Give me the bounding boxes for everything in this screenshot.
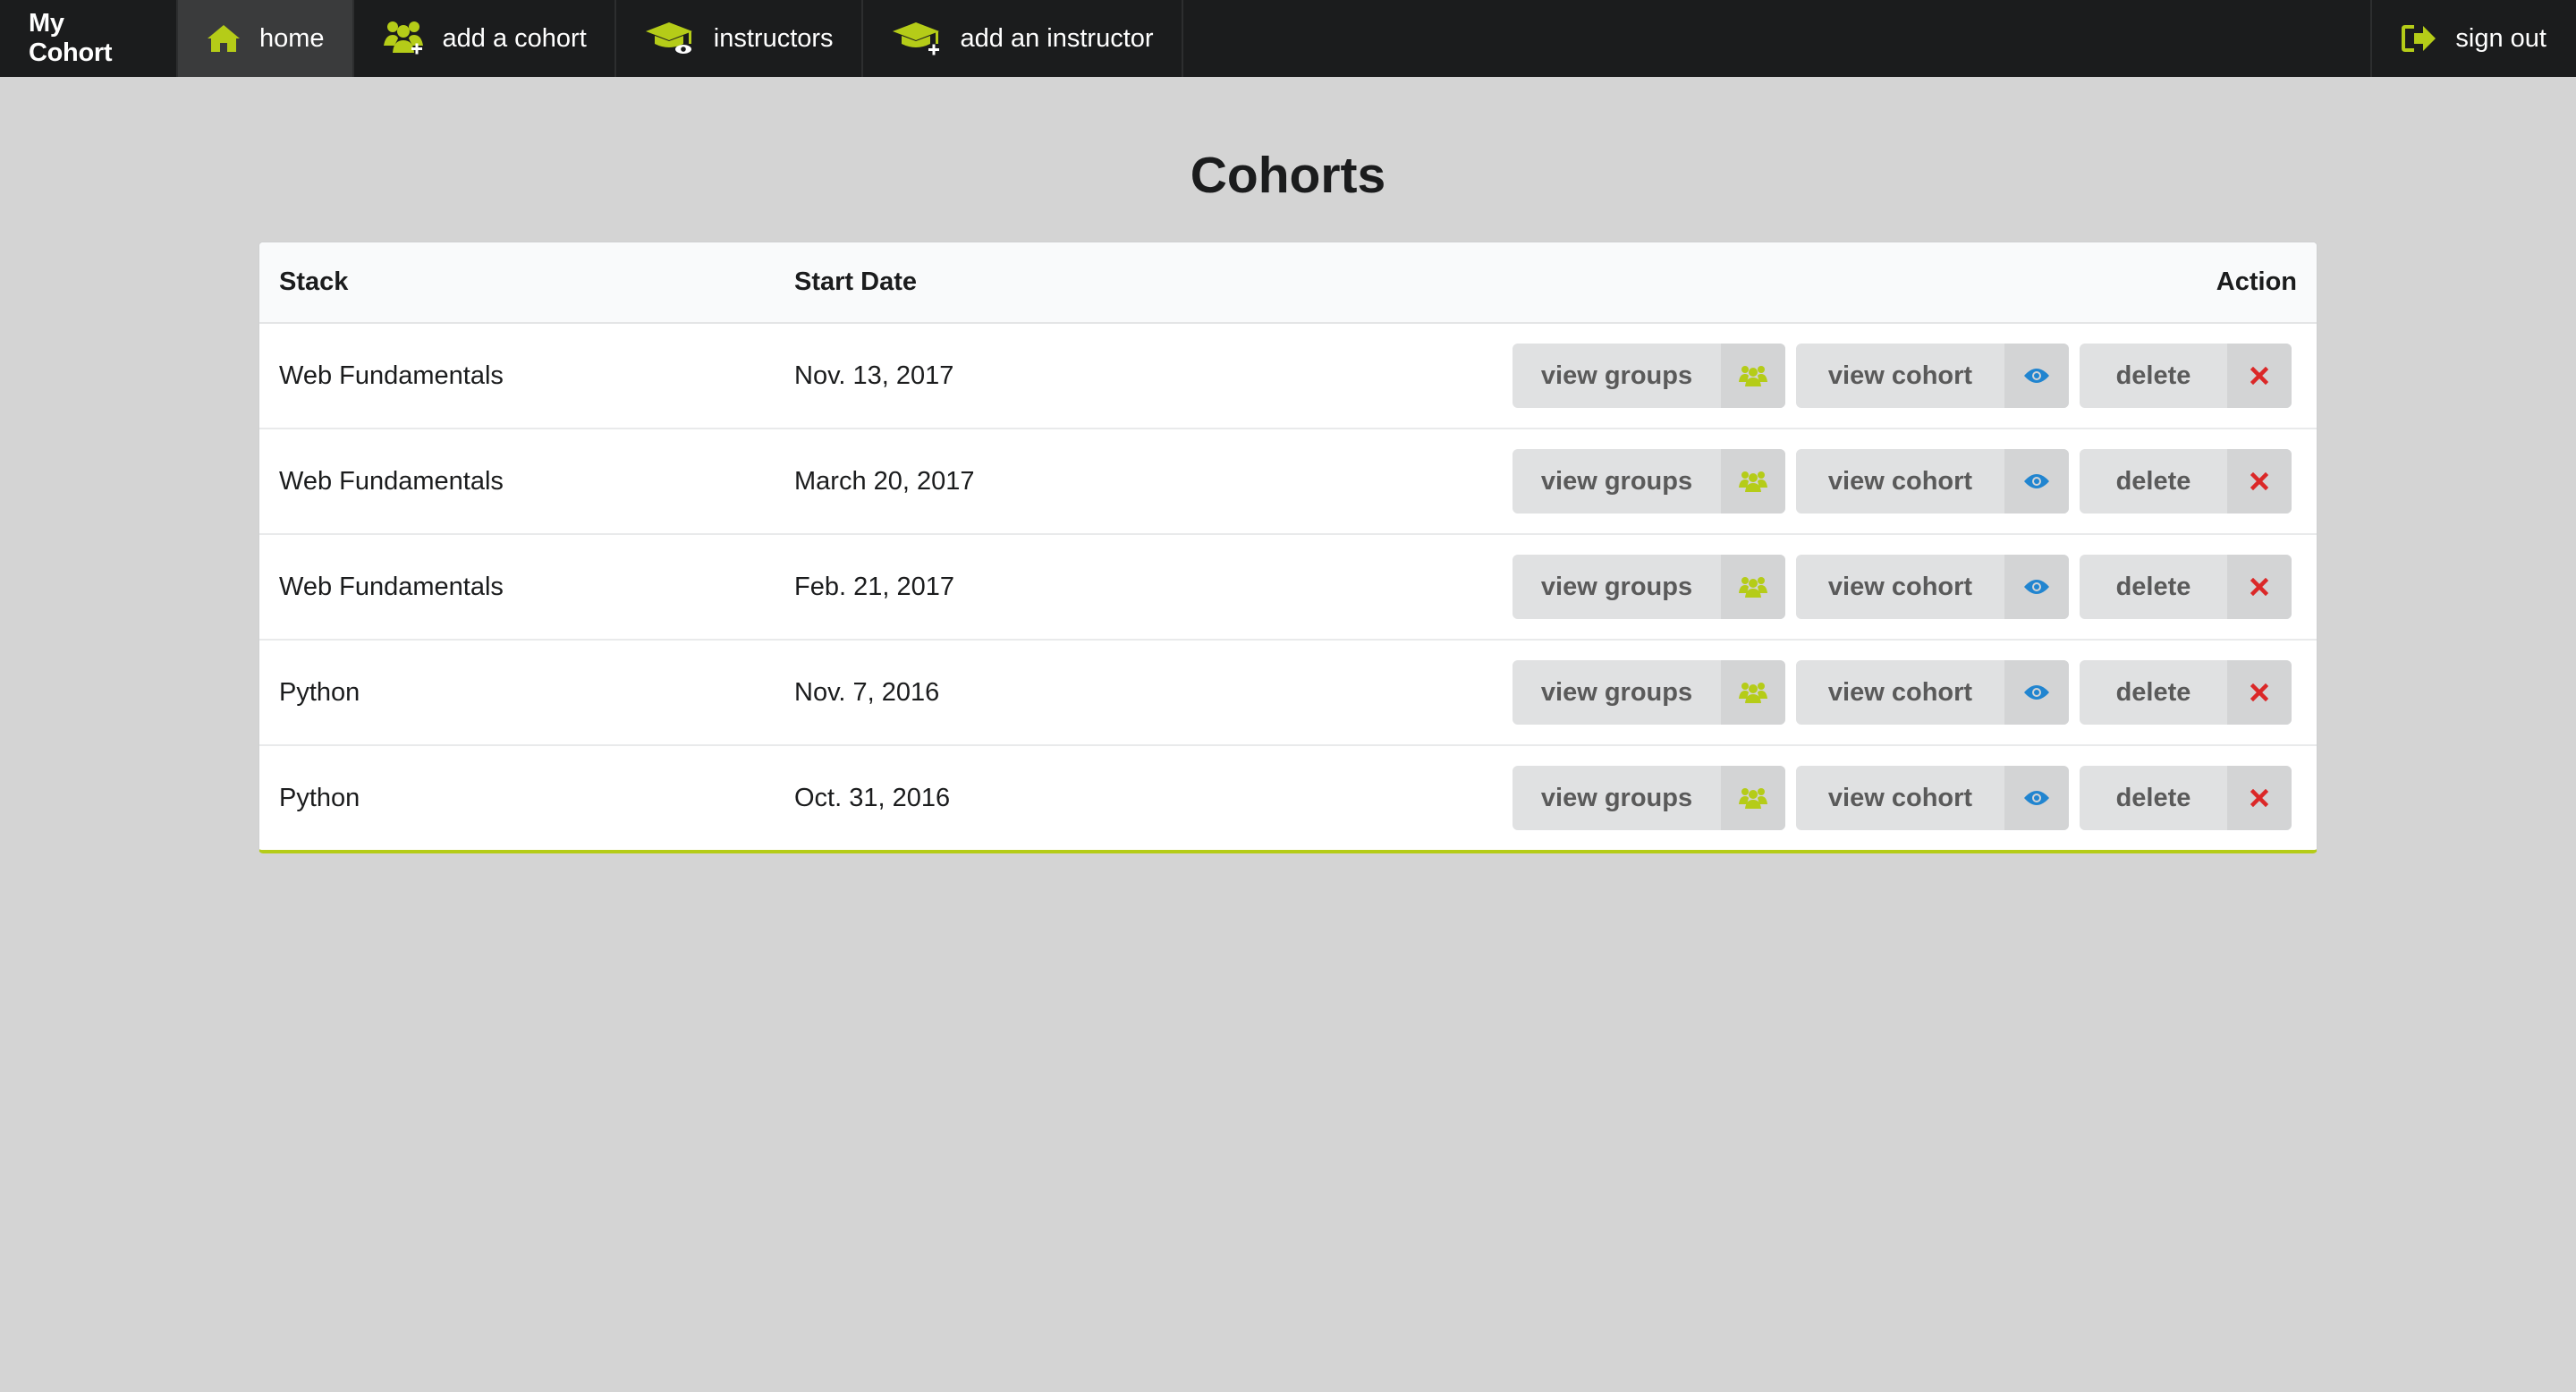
cell-start-date: Nov. 7, 2016 <box>794 677 940 707</box>
nav-add-instructor[interactable]: add an instructor <box>863 0 1183 77</box>
table-body: Web Fundamentals Nov. 13, 2017 view grou… <box>259 324 2317 850</box>
brand-logo[interactable]: My Cohort <box>0 0 178 77</box>
cell-actions: view groups view cohort delete <box>1290 555 2317 619</box>
view-cohort-button[interactable]: view cohort <box>1796 555 2069 619</box>
eye-icon <box>2004 660 2069 725</box>
cell-stack: Python <box>279 783 360 812</box>
view-groups-label: view groups <box>1540 572 1693 601</box>
view-groups-label: view groups <box>1540 466 1693 496</box>
close-icon <box>2227 344 2292 408</box>
view-cohort-button[interactable]: view cohort <box>1796 660 2069 725</box>
users-icon <box>1721 660 1785 725</box>
cell-start-date: Feb. 21, 2017 <box>794 572 954 601</box>
eye-icon <box>2004 449 2069 514</box>
delete-label: delete <box>2115 677 2191 707</box>
view-cohort-label: view cohort <box>1827 466 1973 496</box>
delete-label: delete <box>2115 572 2191 601</box>
users-icon <box>1721 555 1785 619</box>
table-row: Web Fundamentals Feb. 21, 2017 view grou… <box>259 535 2317 641</box>
delete-button[interactable]: delete <box>2080 766 2292 830</box>
view-cohort-label: view cohort <box>1827 572 1973 601</box>
view-groups-button[interactable]: view groups <box>1513 449 1785 514</box>
header-action: Action <box>1290 267 2317 297</box>
header-action-label: Action <box>2216 267 2297 296</box>
page-title: Cohorts <box>1190 147 1386 204</box>
delete-button[interactable]: delete <box>2080 449 2292 514</box>
cell-actions: view groups view cohort delete <box>1290 344 2317 408</box>
nav-add-cohort[interactable]: add a cohort <box>354 0 616 77</box>
users-icon <box>1721 449 1785 514</box>
cell-stack: Web Fundamentals <box>279 466 504 496</box>
header-stack: Stack <box>279 267 349 296</box>
close-icon <box>2227 555 2292 619</box>
close-icon <box>2227 449 2292 514</box>
cell-stack: Web Fundamentals <box>279 572 504 601</box>
delete-label: delete <box>2115 783 2191 812</box>
close-icon <box>2227 766 2292 830</box>
view-groups-button[interactable]: view groups <box>1513 660 1785 725</box>
delete-label: delete <box>2115 361 2191 390</box>
graduation-cap-eye-icon <box>645 22 692 54</box>
nav-sign-out-label: sign out <box>2455 23 2546 53</box>
view-cohort-button[interactable]: view cohort <box>1796 766 2069 830</box>
nav-sign-out[interactable]: sign out <box>2370 0 2576 77</box>
table-row: Python Nov. 7, 2016 view groups view coh… <box>259 641 2317 746</box>
nav-instructors[interactable]: instructors <box>616 0 863 77</box>
nav-instructors-label: instructors <box>713 23 834 53</box>
eye-icon <box>2004 344 2069 408</box>
view-groups-label: view groups <box>1540 361 1693 390</box>
close-icon <box>2227 660 2292 725</box>
cell-stack: Web Fundamentals <box>279 361 504 390</box>
cohorts-table: Stack Start Date Action Web Fundamentals… <box>258 242 2318 853</box>
view-cohort-label: view cohort <box>1827 783 1973 812</box>
top-menu: My Cohort home add a cohort instructors <box>0 0 2576 77</box>
view-groups-button[interactable]: view groups <box>1513 344 1785 408</box>
header-start-date: Start Date <box>794 267 917 296</box>
table-row: Python Oct. 31, 2016 view groups view co… <box>259 746 2317 850</box>
cell-start-date: March 20, 2017 <box>794 466 975 496</box>
view-groups-label: view groups <box>1540 677 1693 707</box>
table-header: Stack Start Date Action <box>259 242 2317 324</box>
delete-button[interactable]: delete <box>2080 660 2292 725</box>
nav-home[interactable]: home <box>178 0 354 77</box>
view-groups-button[interactable]: view groups <box>1513 555 1785 619</box>
cell-actions: view groups view cohort delete <box>1290 660 2317 725</box>
delete-button[interactable]: delete <box>2080 555 2292 619</box>
eye-icon <box>2004 555 2069 619</box>
view-cohort-button[interactable]: view cohort <box>1796 344 2069 408</box>
cell-stack: Python <box>279 677 360 707</box>
nav-add-instructor-label: add an instructor <box>960 23 1154 53</box>
graduation-cap-plus-icon <box>892 22 939 55</box>
eye-icon <box>2004 766 2069 830</box>
table-row: Web Fundamentals Nov. 13, 2017 view grou… <box>259 324 2317 429</box>
delete-button[interactable]: delete <box>2080 344 2292 408</box>
home-icon <box>208 25 240 52</box>
cell-start-date: Nov. 13, 2017 <box>794 361 954 390</box>
cell-actions: view groups view cohort delete <box>1290 449 2317 514</box>
view-groups-button[interactable]: view groups <box>1513 766 1785 830</box>
view-cohort-button[interactable]: view cohort <box>1796 449 2069 514</box>
add-users-icon <box>383 21 423 55</box>
nav-home-label: home <box>259 23 325 53</box>
view-cohort-label: view cohort <box>1827 677 1973 707</box>
view-cohort-label: view cohort <box>1827 361 1973 390</box>
sign-out-icon <box>2402 25 2436 52</box>
table-row: Web Fundamentals March 20, 2017 view gro… <box>259 429 2317 535</box>
view-groups-label: view groups <box>1540 783 1693 812</box>
cell-actions: view groups view cohort delete <box>1290 766 2317 830</box>
nav-add-cohort-label: add a cohort <box>442 23 587 53</box>
users-icon <box>1721 344 1785 408</box>
users-icon <box>1721 766 1785 830</box>
delete-label: delete <box>2115 466 2191 496</box>
cell-start-date: Oct. 31, 2016 <box>794 783 951 812</box>
